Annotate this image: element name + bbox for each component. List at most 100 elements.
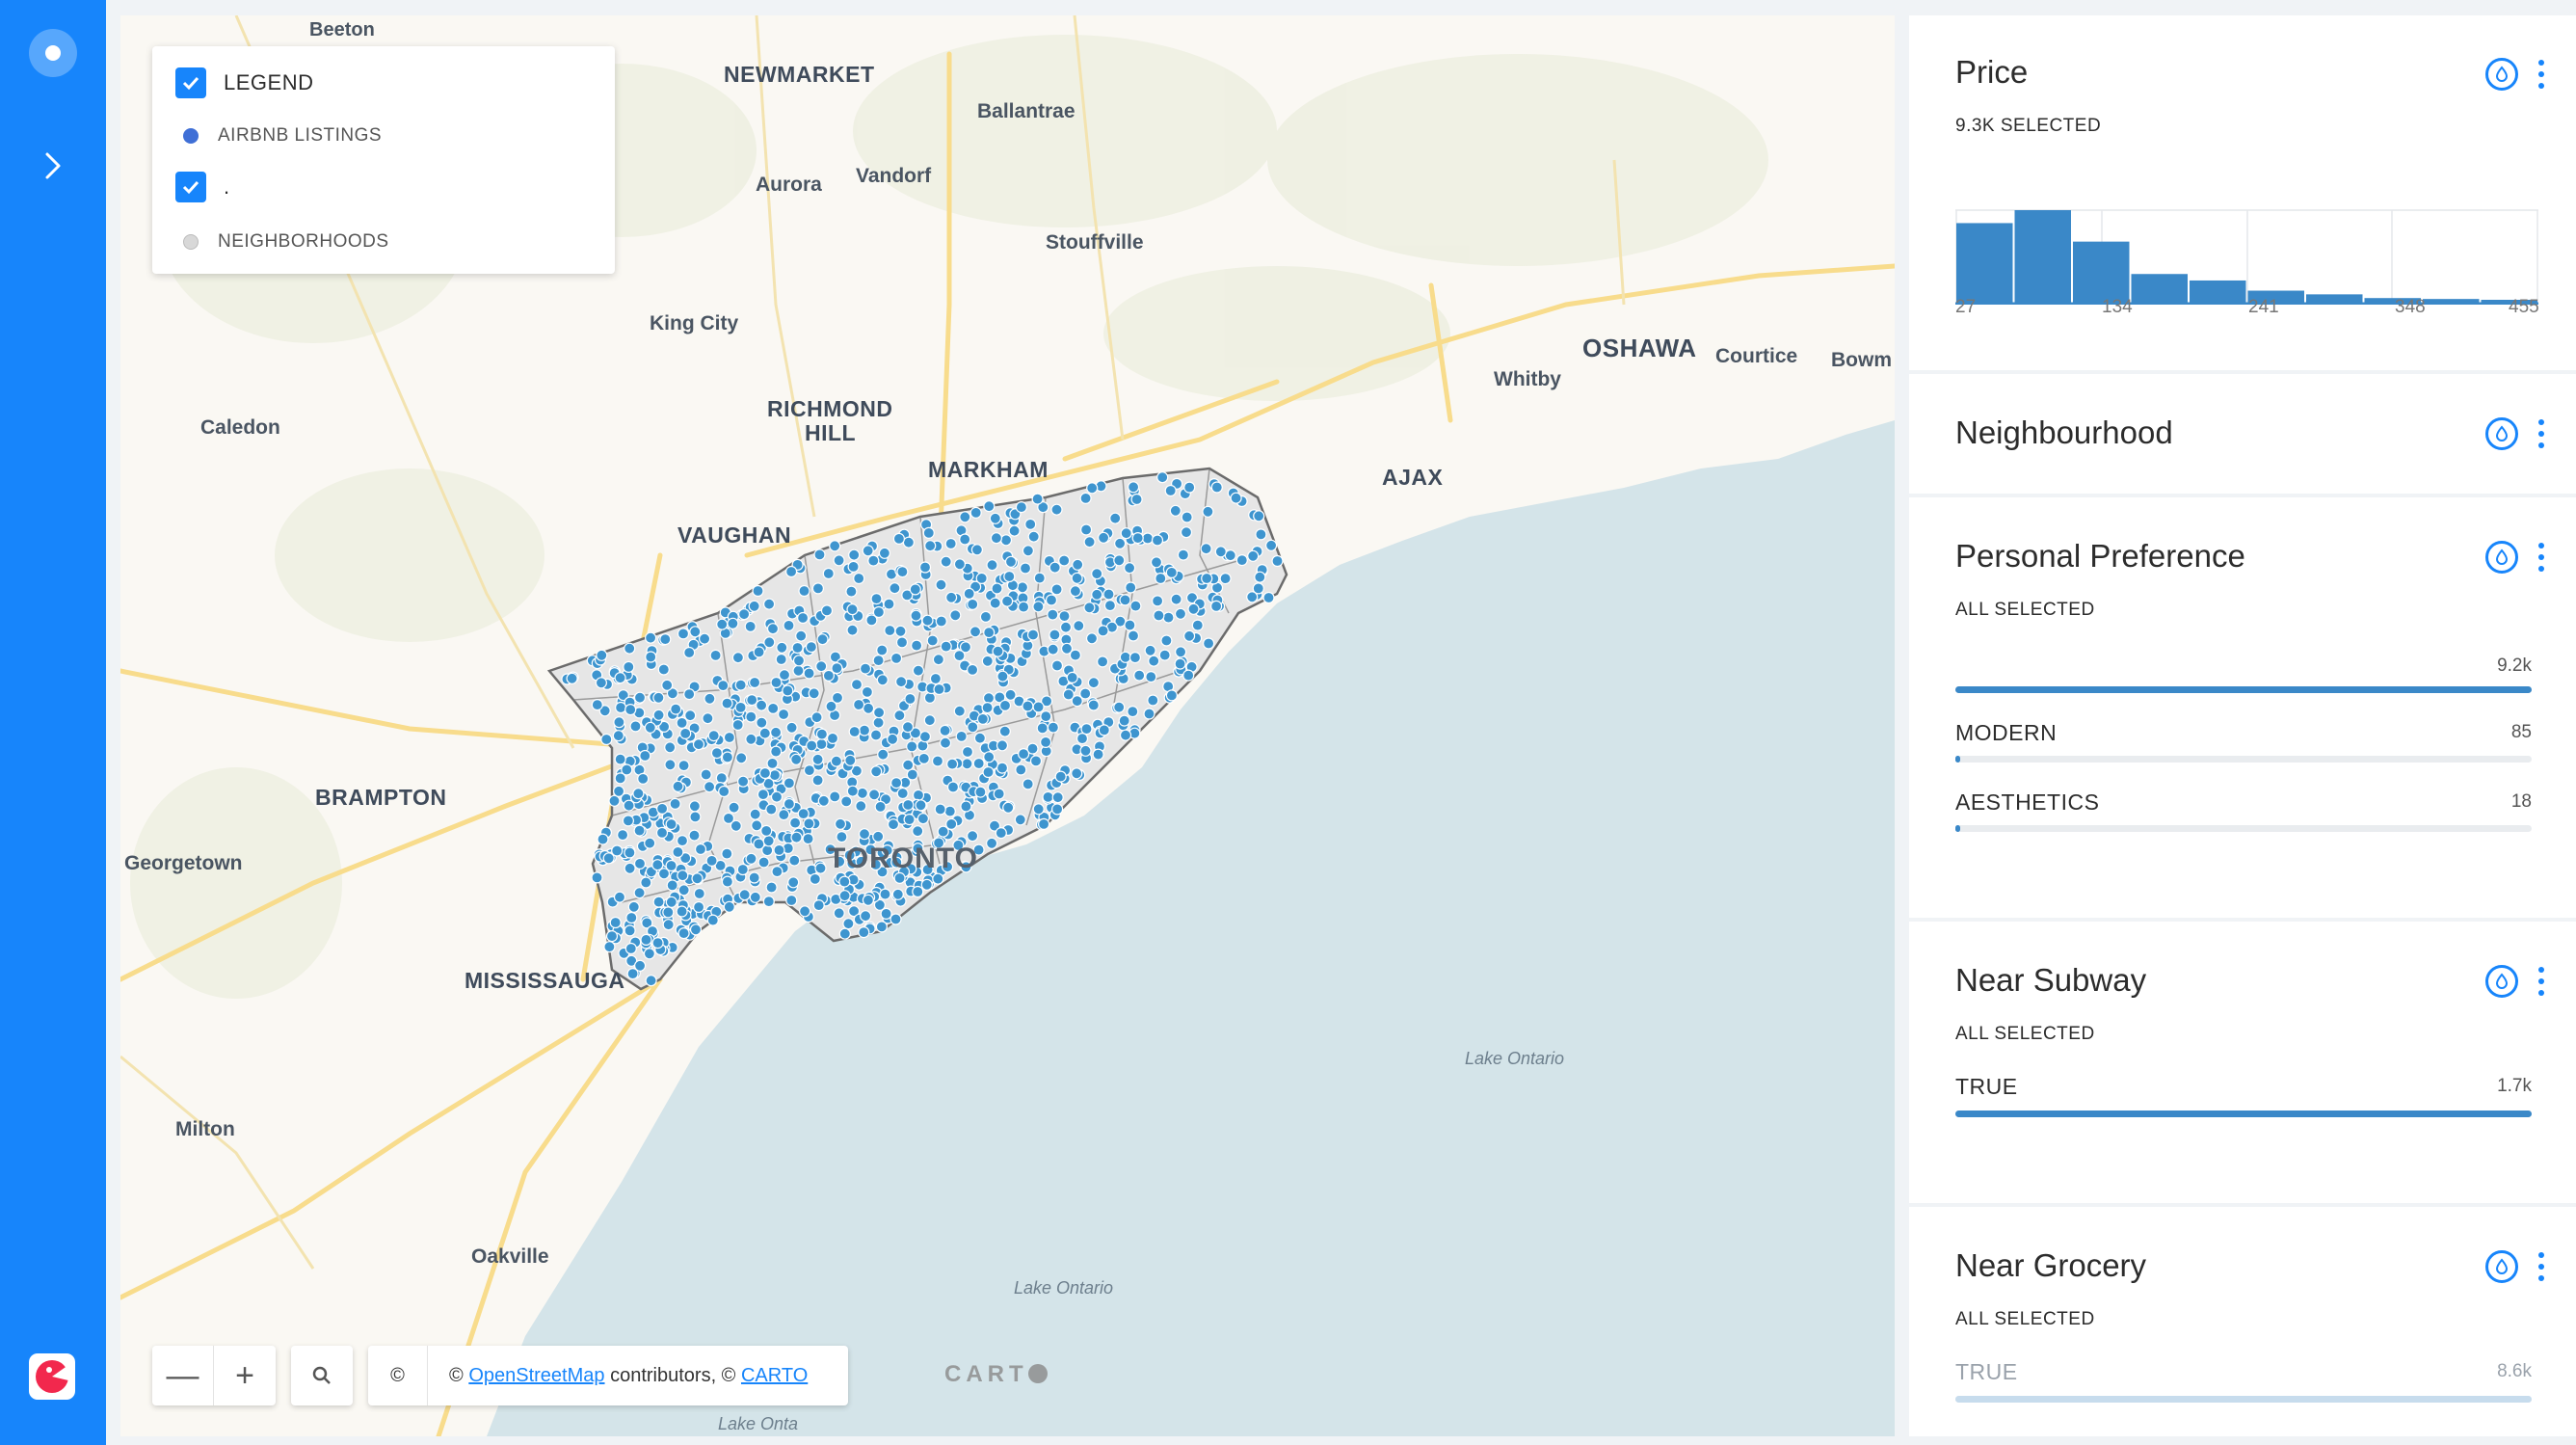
listing-point[interactable] — [770, 676, 783, 689]
listing-point[interactable] — [672, 780, 684, 792]
listing-point[interactable] — [1129, 651, 1142, 664]
listing-point[interactable] — [770, 790, 783, 803]
listing-point[interactable] — [944, 537, 957, 550]
listing-point[interactable] — [1182, 669, 1195, 682]
listing-point[interactable] — [629, 720, 642, 733]
listing-point[interactable] — [1014, 814, 1026, 826]
listing-point[interactable] — [1160, 634, 1173, 647]
listing-point[interactable] — [770, 745, 783, 758]
listing-point[interactable] — [1118, 714, 1130, 727]
listing-point[interactable] — [736, 775, 750, 788]
legend-checkbox[interactable] — [175, 67, 206, 98]
listing-point[interactable] — [734, 679, 747, 691]
listing-point[interactable] — [677, 759, 690, 772]
listing-point[interactable] — [934, 803, 946, 816]
listing-point[interactable] — [861, 685, 874, 699]
listing-point[interactable] — [623, 660, 635, 674]
listing-point[interactable] — [1124, 619, 1136, 631]
listing-point[interactable] — [613, 716, 625, 729]
listing-point[interactable] — [902, 798, 915, 812]
listing-point[interactable] — [1079, 744, 1092, 757]
listing-point[interactable] — [1036, 722, 1049, 735]
listing-point[interactable] — [703, 781, 716, 793]
listing-point[interactable] — [959, 533, 971, 546]
listing-point[interactable] — [940, 640, 952, 653]
listing-point[interactable] — [894, 676, 908, 688]
listing-point[interactable] — [1164, 484, 1177, 497]
listing-point[interactable] — [1145, 670, 1157, 683]
listing-point[interactable] — [1059, 621, 1073, 633]
listing-point[interactable] — [870, 765, 883, 778]
listing-point[interactable] — [918, 561, 932, 574]
listing-point[interactable] — [758, 766, 772, 780]
listing-point[interactable] — [959, 641, 972, 654]
listing-point[interactable] — [1004, 688, 1017, 701]
listing-point[interactable] — [684, 709, 697, 722]
listing-point[interactable] — [760, 824, 773, 838]
listing-point[interactable] — [609, 916, 622, 929]
listing-point[interactable] — [989, 512, 1001, 524]
listing-point[interactable] — [683, 646, 696, 659]
listing-point[interactable] — [669, 797, 681, 811]
listing-point[interactable] — [1019, 562, 1032, 575]
listing-point[interactable] — [624, 924, 636, 937]
listing-point[interactable] — [1008, 524, 1021, 537]
listing-point[interactable] — [1180, 526, 1193, 539]
listing-point[interactable] — [893, 709, 906, 722]
carto-link[interactable]: CARTO — [741, 1365, 808, 1387]
listing-point[interactable] — [1262, 591, 1275, 604]
listing-point[interactable] — [748, 676, 761, 689]
listing-point[interactable] — [1039, 736, 1052, 749]
listing-point[interactable] — [566, 672, 578, 684]
listing-point[interactable] — [945, 758, 959, 770]
listing-point[interactable] — [880, 907, 892, 921]
listing-point[interactable] — [1073, 620, 1085, 632]
listing-point[interactable] — [676, 834, 689, 847]
listing-point[interactable] — [876, 644, 889, 656]
listing-point[interactable] — [677, 628, 690, 640]
listing-point[interactable] — [973, 732, 987, 744]
price-histogram[interactable] — [1955, 189, 2538, 305]
listing-point[interactable] — [902, 759, 915, 771]
listing-point[interactable] — [721, 751, 734, 763]
listing-point[interactable] — [918, 731, 932, 743]
listing-point[interactable] — [666, 879, 678, 892]
listing-point[interactable] — [848, 549, 861, 561]
listing-point[interactable] — [757, 788, 770, 801]
listing-point[interactable] — [757, 856, 770, 869]
category-bar-aesthetics[interactable] — [1955, 825, 2532, 832]
search-button[interactable] — [291, 1346, 353, 1405]
listing-point[interactable] — [676, 905, 688, 918]
listing-point[interactable] — [737, 608, 751, 621]
listing-point[interactable] — [721, 875, 734, 888]
listing-point[interactable] — [785, 894, 798, 907]
listing-point[interactable] — [816, 633, 829, 646]
listing-point[interactable] — [847, 560, 860, 574]
drop-icon[interactable] — [2485, 58, 2518, 91]
listing-point[interactable] — [922, 526, 935, 540]
listing-point[interactable] — [1153, 609, 1165, 622]
listing-point[interactable] — [790, 753, 803, 765]
listing-point[interactable] — [840, 795, 853, 808]
listing-point[interactable] — [815, 737, 828, 751]
listing-point[interactable] — [887, 818, 900, 831]
listing-point[interactable] — [1079, 523, 1093, 536]
listing-point[interactable] — [877, 748, 890, 761]
listing-point[interactable] — [612, 785, 625, 797]
listing-point[interactable] — [1047, 608, 1059, 621]
listing-point[interactable] — [811, 582, 825, 595]
listing-point[interactable] — [762, 895, 775, 908]
listing-point[interactable] — [1141, 532, 1155, 545]
listing-point[interactable] — [1200, 543, 1212, 555]
listing-point[interactable] — [870, 592, 883, 605]
listing-point[interactable] — [595, 677, 607, 689]
listing-point[interactable] — [985, 837, 998, 849]
listing-point[interactable] — [811, 753, 824, 765]
listing-point[interactable] — [723, 731, 736, 744]
listing-point[interactable] — [901, 721, 915, 734]
listing-point[interactable] — [785, 721, 798, 734]
listing-point[interactable] — [745, 852, 757, 865]
listing-point[interactable] — [1202, 505, 1214, 518]
listing-point[interactable] — [830, 755, 843, 767]
listing-point[interactable] — [651, 936, 664, 950]
